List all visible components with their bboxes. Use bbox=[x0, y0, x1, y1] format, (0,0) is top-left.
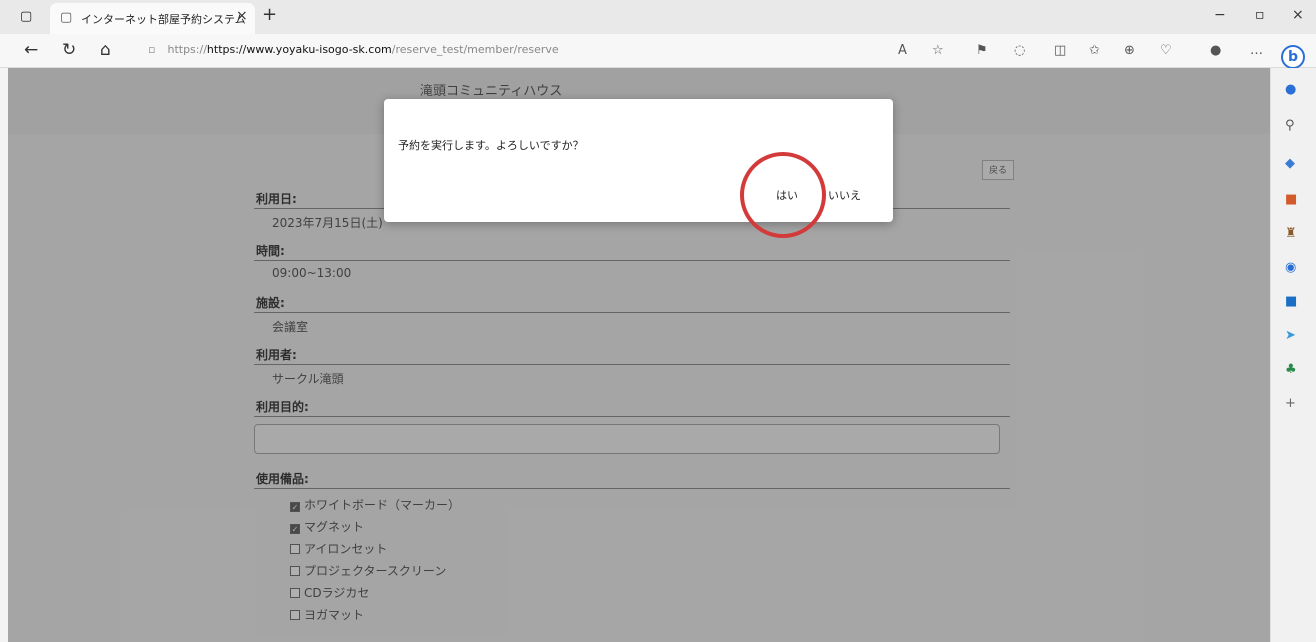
tab-actions-icon[interactable]: ▢ bbox=[20, 9, 38, 25]
minimize-icon[interactable]: − bbox=[1214, 7, 1226, 23]
back-arrow-icon[interactable]: ← bbox=[24, 40, 38, 60]
url-scheme: https:// bbox=[167, 43, 207, 56]
more-menu-icon[interactable]: … bbox=[1250, 43, 1263, 58]
tab-title: インターネット部屋予約システム bbox=[81, 13, 246, 26]
address-bar[interactable]: ▫ https://https://www.yoyaku-isogo-sk.com… bbox=[148, 43, 559, 56]
split-screen-icon[interactable]: ◫ bbox=[1054, 43, 1066, 58]
dialog-message: 予約を実行します。よろしいですか？ bbox=[398, 139, 584, 152]
send-icon[interactable]: ➤ bbox=[1285, 328, 1296, 343]
no-button[interactable]: いいえ bbox=[828, 187, 861, 203]
tree-icon[interactable]: ♣ bbox=[1285, 362, 1297, 377]
tag-icon[interactable]: ◆ bbox=[1285, 156, 1295, 171]
title-bar: ▢ ▢ インターネット部屋予約システム × + − ▫ × bbox=[0, 0, 1316, 34]
lock-icon: ▫ bbox=[148, 43, 156, 56]
url-path: /reserve_test/member/reserve bbox=[391, 43, 559, 56]
favorite-star-icon[interactable]: ☆ bbox=[932, 43, 944, 58]
restore-icon[interactable]: ▫ bbox=[1255, 7, 1265, 23]
collections-icon[interactable]: ⊕ bbox=[1124, 43, 1135, 58]
extension-icon[interactable]: ◌ bbox=[1014, 43, 1025, 58]
outlook-icon[interactable]: ■ bbox=[1285, 294, 1297, 309]
browser-window: ▢ ▢ インターネット部屋予約システム × + − ▫ × ← ↻ ⌂ ▫ htt… bbox=[0, 0, 1316, 642]
new-tab-icon[interactable]: + bbox=[262, 4, 277, 25]
address-toolbar: ← ↻ ⌂ ▫ https://https://www.yoyaku-isogo-… bbox=[0, 34, 1316, 68]
edge-sidebar: ● ⚲ ◆ ■ ♜ ◉ ■ ➤ ♣ + bbox=[1270, 68, 1316, 642]
office-icon[interactable]: ◉ bbox=[1285, 260, 1296, 275]
profile-avatar-icon[interactable]: ● bbox=[1210, 43, 1221, 58]
tab-close-icon[interactable]: × bbox=[236, 8, 248, 24]
bing-copilot-icon[interactable]: b bbox=[1281, 45, 1305, 69]
shopping-icon[interactable]: ■ bbox=[1285, 192, 1297, 207]
health-icon[interactable]: ♡ bbox=[1160, 43, 1172, 58]
read-aloud-icon[interactable]: A bbox=[898, 43, 907, 58]
tab-reservation[interactable]: ▢ インターネット部屋予約システム × bbox=[50, 3, 255, 34]
window-close-icon[interactable]: × bbox=[1292, 7, 1304, 23]
page-icon: ▢ bbox=[60, 10, 73, 25]
flag-icon[interactable]: ⚑ bbox=[976, 43, 988, 58]
bell-icon[interactable]: ● bbox=[1285, 82, 1296, 97]
chess-icon[interactable]: ♜ bbox=[1285, 226, 1297, 241]
favorites-icon[interactable]: ✩ bbox=[1089, 43, 1100, 58]
add-sidebar-icon[interactable]: + bbox=[1285, 396, 1296, 411]
refresh-icon[interactable]: ↻ bbox=[62, 40, 76, 60]
search-icon[interactable]: ⚲ bbox=[1285, 118, 1295, 133]
home-icon[interactable]: ⌂ bbox=[100, 40, 111, 60]
url-host: https://www.yoyaku-isogo-sk.com bbox=[206, 43, 392, 56]
highlight-circle bbox=[740, 152, 826, 238]
